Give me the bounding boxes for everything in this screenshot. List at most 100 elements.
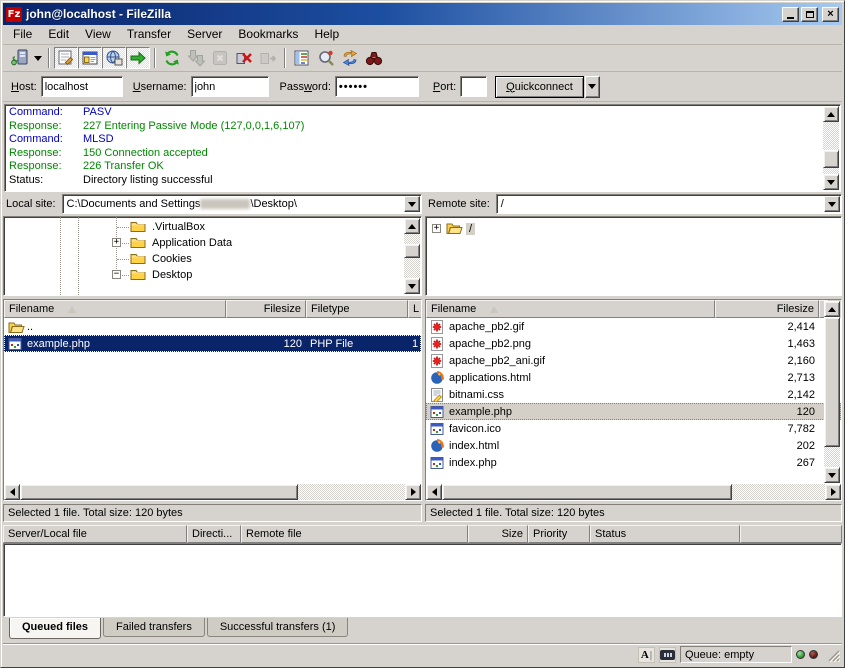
tree-item[interactable]: .VirtualBox bbox=[130, 219, 208, 235]
local-site-combo[interactable]: C:\Documents and Settings\Desktop\ bbox=[62, 194, 422, 214]
remote-vscrollbar[interactable] bbox=[824, 301, 840, 483]
queue-column-serverlocalfile[interactable]: Server/Local file bbox=[3, 525, 187, 543]
column-header-l[interactable]: L bbox=[408, 300, 421, 318]
redacted-username bbox=[200, 199, 250, 209]
scroll-right-icon[interactable] bbox=[825, 484, 841, 500]
queue-column-status[interactable]: Status bbox=[590, 525, 740, 543]
menu-item-server[interactable]: Server bbox=[179, 25, 230, 44]
hscrollbar-thumb[interactable] bbox=[442, 484, 732, 500]
vscrollbar-thumb[interactable] bbox=[824, 317, 840, 447]
scroll-up-icon[interactable] bbox=[404, 218, 420, 234]
combo-dropdown-icon[interactable] bbox=[404, 196, 420, 212]
scroll-down-icon[interactable] bbox=[824, 467, 840, 483]
close-button[interactable]: × bbox=[822, 7, 839, 22]
filter-icon[interactable] bbox=[290, 47, 314, 69]
column-header-filetype[interactable]: Filetype bbox=[306, 300, 408, 318]
scroll-left-icon[interactable] bbox=[4, 484, 20, 500]
log-line: Command:PASV bbox=[9, 106, 822, 120]
column-header-filesize[interactable]: Filesize bbox=[226, 300, 306, 318]
log-scrollbar[interactable] bbox=[823, 106, 839, 190]
toggle-message-log-icon[interactable] bbox=[54, 47, 78, 69]
site-manager-dropdown-icon[interactable] bbox=[31, 47, 44, 69]
queue-column-priority[interactable]: Priority bbox=[528, 525, 590, 543]
username-input[interactable] bbox=[191, 76, 269, 97]
column-header-filesize[interactable]: Filesize bbox=[715, 300, 819, 318]
column-header-filename[interactable]: Filename bbox=[426, 300, 715, 318]
log-line: Status:Directory listing successful bbox=[9, 174, 822, 188]
toggle-queue-icon[interactable] bbox=[126, 47, 150, 69]
expand-icon[interactable]: + bbox=[432, 224, 441, 233]
toggle-local-tree-icon[interactable] bbox=[78, 47, 102, 69]
scroll-down-icon[interactable] bbox=[823, 174, 839, 190]
refresh-icon[interactable] bbox=[160, 47, 184, 69]
file-row[interactable]: apache_pb2.gif2,414 bbox=[426, 318, 841, 335]
tree-item[interactable]: Cookies bbox=[130, 251, 195, 267]
file-row[interactable]: index.html202 bbox=[426, 437, 841, 454]
quickconnect-button[interactable]: Quickconnect bbox=[495, 76, 584, 98]
compare-directories-icon[interactable] bbox=[314, 47, 338, 69]
speed-limits-icon[interactable] bbox=[659, 647, 676, 663]
password-input[interactable] bbox=[335, 76, 419, 97]
synchronized-browsing-icon[interactable] bbox=[338, 47, 362, 69]
remote-hscrollbar[interactable] bbox=[426, 484, 841, 500]
scroll-left-icon[interactable] bbox=[426, 484, 442, 500]
resize-grip[interactable] bbox=[826, 648, 840, 662]
queue-column-size[interactable]: Size bbox=[468, 525, 528, 543]
queue-column-label: Remote file bbox=[246, 528, 302, 540]
file-row[interactable]: favicon.ico7,782 bbox=[426, 420, 841, 437]
scroll-down-icon[interactable] bbox=[404, 278, 420, 294]
file-row[interactable]: applications.html2,713 bbox=[426, 369, 841, 386]
host-input[interactable] bbox=[41, 76, 123, 97]
username-label: Username: bbox=[133, 81, 187, 93]
menu-item-bookmarks[interactable]: Bookmarks bbox=[230, 25, 306, 44]
queue-column-directi[interactable]: Directi... bbox=[187, 525, 241, 543]
menu-item-view[interactable]: View bbox=[77, 25, 119, 44]
file-row[interactable]: example.php120PHP File1 bbox=[4, 335, 421, 352]
menu-item-file[interactable]: File bbox=[5, 25, 40, 44]
tab-successful-transfers-[interactable]: Successful transfers (1) bbox=[207, 618, 349, 637]
combo-dropdown-icon[interactable] bbox=[824, 196, 840, 212]
quickconnect-dropdown-icon[interactable] bbox=[585, 76, 600, 98]
file-row[interactable]: apache_pb2.png1,463 bbox=[426, 335, 841, 352]
toggle-remote-tree-icon[interactable] bbox=[102, 47, 126, 69]
tree-guide bbox=[78, 217, 79, 296]
local-hscrollbar[interactable] bbox=[4, 484, 421, 500]
menu-item-help[interactable]: Help bbox=[306, 25, 347, 44]
process-queue-icon bbox=[184, 47, 208, 69]
file-row[interactable]: example.php120 bbox=[426, 403, 841, 420]
tree-item[interactable]: Application Data bbox=[130, 235, 235, 251]
minimize-button[interactable] bbox=[782, 7, 799, 22]
file-row[interactable]: index.php267 bbox=[426, 454, 841, 471]
collapse-icon[interactable]: − bbox=[112, 270, 121, 279]
tree-item[interactable]: / bbox=[446, 221, 475, 237]
host-label: Host: bbox=[11, 81, 37, 93]
tab-failed-transfers[interactable]: Failed transfers bbox=[103, 618, 205, 637]
data-type-ascii-icon[interactable]: A| bbox=[638, 647, 655, 663]
tree-item[interactable]: Desktop bbox=[130, 267, 195, 283]
menu-item-edit[interactable]: Edit bbox=[40, 25, 77, 44]
queue-column-remotefile[interactable]: Remote file bbox=[241, 525, 468, 543]
maximize-button[interactable] bbox=[801, 7, 818, 22]
menu-item-transfer[interactable]: Transfer bbox=[119, 25, 179, 44]
file-row[interactable]: .. bbox=[4, 318, 421, 335]
tree-scrollbar-thumb[interactable] bbox=[404, 244, 420, 258]
image-icon bbox=[430, 354, 447, 368]
site-manager-icon[interactable] bbox=[7, 47, 31, 69]
port-input[interactable] bbox=[460, 76, 487, 97]
firefox-icon bbox=[430, 371, 447, 385]
find-files-icon[interactable] bbox=[362, 47, 386, 69]
local-tree-scrollbar[interactable] bbox=[404, 218, 420, 294]
tab-queued-files[interactable]: Queued files bbox=[9, 618, 101, 639]
file-row[interactable]: bitnami.css2,142 bbox=[426, 386, 841, 403]
hscrollbar-thumb[interactable] bbox=[20, 484, 298, 500]
file-row[interactable]: apache_pb2_ani.gif2,160 bbox=[426, 352, 841, 369]
expand-icon[interactable]: + bbox=[112, 238, 121, 247]
remote-site-combo[interactable]: / bbox=[496, 194, 842, 214]
scroll-up-icon[interactable] bbox=[823, 106, 839, 122]
scroll-up-icon[interactable] bbox=[824, 301, 840, 317]
column-header-filename[interactable]: Filename bbox=[4, 300, 226, 318]
log-scrollbar-thumb[interactable] bbox=[823, 150, 839, 168]
scroll-right-icon[interactable] bbox=[405, 484, 421, 500]
disconnect-icon[interactable] bbox=[232, 47, 256, 69]
titlebar[interactable]: Fz john@localhost - FileZilla × bbox=[3, 3, 842, 25]
